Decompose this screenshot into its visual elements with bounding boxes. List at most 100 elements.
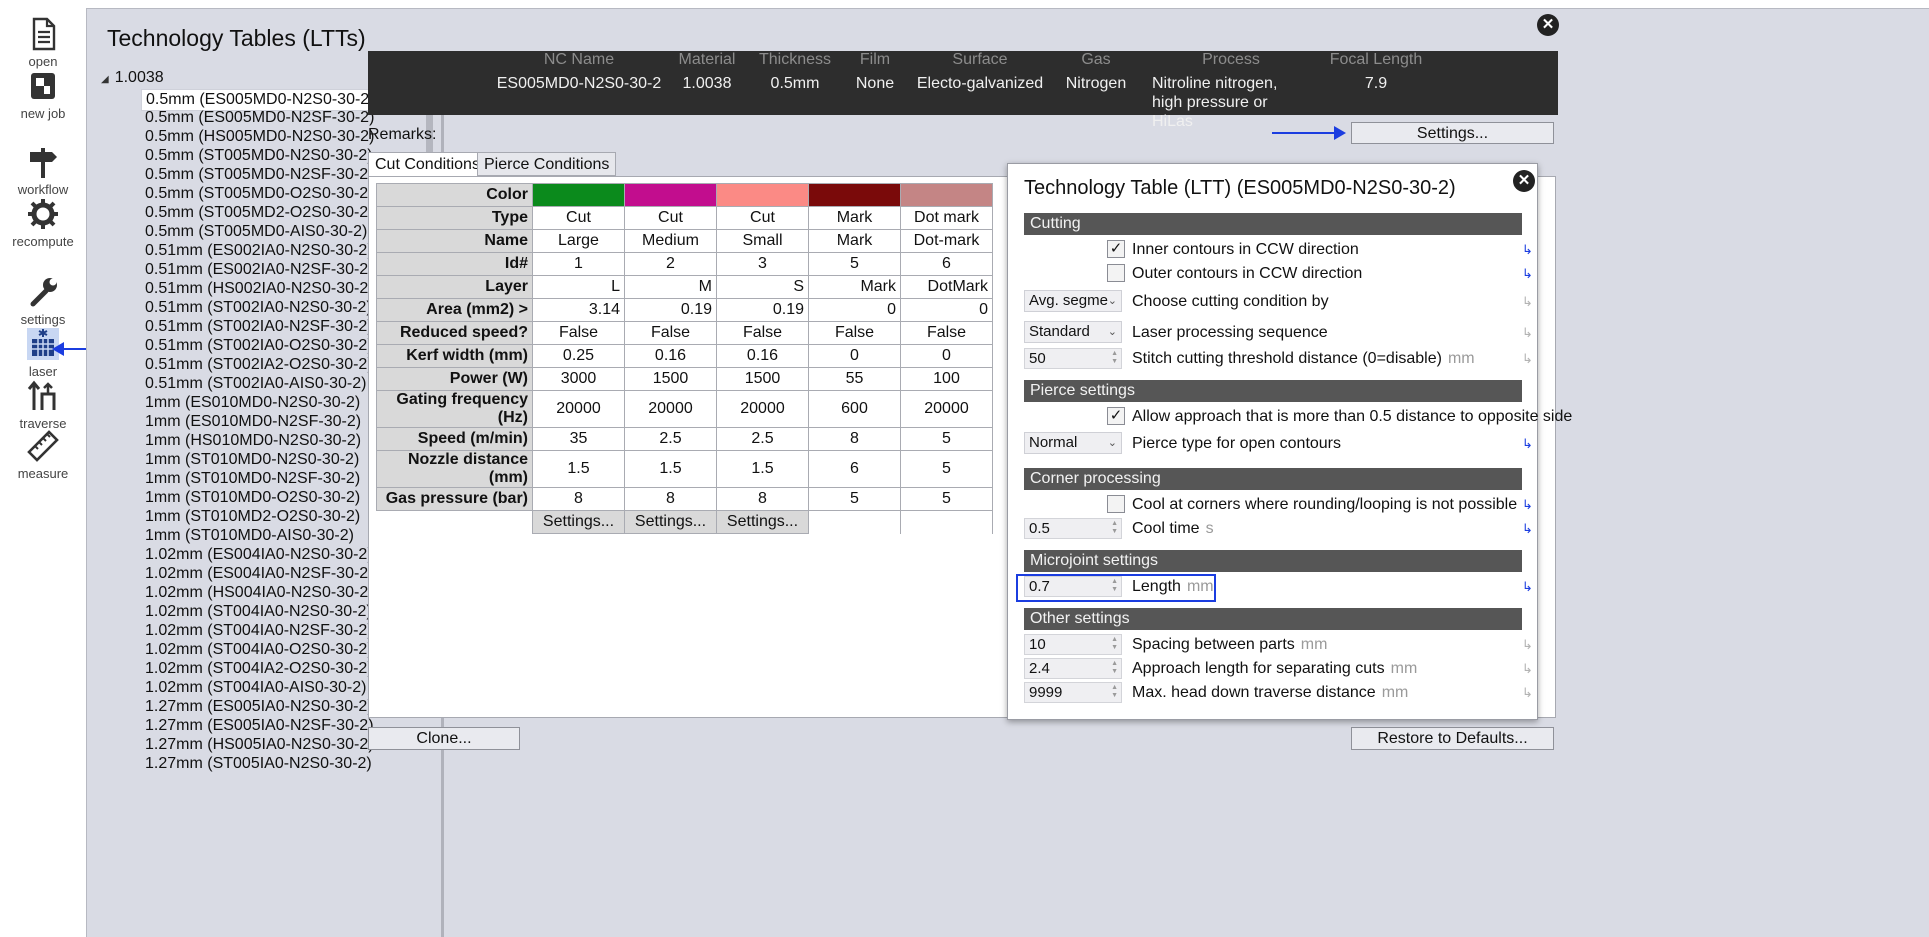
tab-pierce-conditions[interactable]: Pierce Conditions xyxy=(477,152,617,176)
grid-cell[interactable]: 2.5 xyxy=(624,427,717,451)
link-icon[interactable]: ↳ xyxy=(1522,266,1533,282)
grid-cell[interactable]: 1500 xyxy=(716,367,809,391)
open-tool[interactable]: open xyxy=(0,16,86,69)
grid-cell[interactable]: 2 xyxy=(624,252,717,276)
spacing-input[interactable]: 10 ▲ ▼ xyxy=(1024,634,1122,655)
grid-cell[interactable]: Dot mark xyxy=(900,206,993,230)
grid-cell[interactable]: 1 xyxy=(532,252,625,276)
grid-cell[interactable]: 2.5 xyxy=(716,427,809,451)
tree-item[interactable]: 0.5mm (HS005MD0-N2S0-30-2) xyxy=(141,127,378,147)
grid-cell[interactable]: 6 xyxy=(900,252,993,276)
grid-cell[interactable]: L xyxy=(532,275,625,299)
tree-item[interactable]: 0.5mm (ES005MD0-N2SF-30-2) xyxy=(141,108,378,128)
grid-cell[interactable]: 8 xyxy=(624,487,717,511)
tree-item[interactable]: 0.5mm (ST005MD2-O2S0-30-2) xyxy=(141,203,378,223)
grid-cell[interactable]: 3000 xyxy=(532,367,625,391)
tree-item[interactable]: 1mm (ST010MD0-O2S0-30-2) xyxy=(141,488,364,508)
grid-cell[interactable]: 20000 xyxy=(532,390,625,428)
grid-cell[interactable]: 5 xyxy=(900,450,993,488)
grid-cell[interactable]: False xyxy=(716,321,809,345)
tree-item[interactable]: 1mm (ES010MD0-N2S0-30-2) xyxy=(141,393,364,413)
tree-item[interactable]: 1.02mm (ST004IA0-AIS0-30-2) xyxy=(141,678,370,698)
tab-cut-conditions[interactable]: Cut Conditions xyxy=(368,152,487,178)
grid-cell[interactable]: DotMark xyxy=(900,275,993,299)
grid-cell[interactable]: 0 xyxy=(900,298,993,322)
stitch-threshold-input[interactable]: 50 ▲ ▼ xyxy=(1024,348,1122,369)
tree-item[interactable]: 1mm (HS010MD0-N2S0-30-2) xyxy=(141,431,365,451)
tree-item[interactable]: 0.51mm (ST002IA0-N2S0-30-2) xyxy=(141,298,376,318)
tree-item[interactable]: 0.5mm (ST005MD0-O2S0-30-2) xyxy=(141,184,378,204)
recompute-tool[interactable]: recompute xyxy=(0,196,86,249)
ltt-settings-button[interactable]: Settings... xyxy=(1351,122,1554,144)
grid-cell[interactable]: 0.19 xyxy=(716,298,809,322)
approach-length-input[interactable]: 2.4 ▲ ▼ xyxy=(1024,658,1122,679)
tree-item[interactable]: 0.51mm (ST002IA0-N2SF-30-2) xyxy=(141,317,377,337)
grid-cell[interactable]: 1.5 xyxy=(624,450,717,488)
link-icon[interactable]: ↳ xyxy=(1522,661,1533,677)
grid-cell[interactable]: 0.25 xyxy=(532,344,625,368)
grid-cell[interactable]: Medium xyxy=(624,229,717,253)
link-icon[interactable]: ↳ xyxy=(1522,521,1533,537)
tree-item[interactable]: 1.02mm (ST004IA2-O2S0-30-2) xyxy=(141,659,377,679)
tree-item[interactable]: 0.5mm (ST005MD0-N2S0-30-2) xyxy=(141,146,377,166)
link-icon[interactable]: ↳ xyxy=(1522,242,1533,258)
outer-ccw-checkbox[interactable] xyxy=(1107,264,1125,282)
window-close-button[interactable]: ✕ xyxy=(1537,14,1559,36)
grid-cell[interactable]: 600 xyxy=(808,390,901,428)
grid-cell[interactable]: Mark xyxy=(808,206,901,230)
tree-item[interactable]: 1.02mm (ES004IA0-N2S0-30-2) xyxy=(141,545,377,565)
grid-cell[interactable]: 5 xyxy=(808,252,901,276)
grid-cell[interactable]: Dot-mark xyxy=(900,229,993,253)
restore-defaults-button[interactable]: Restore to Defaults... xyxy=(1351,727,1554,750)
grid-cell[interactable]: 1.5 xyxy=(532,450,625,488)
grid-cell[interactable]: False xyxy=(900,321,993,345)
tree-item[interactable]: 1mm (ST010MD0-N2S0-30-2) xyxy=(141,450,363,470)
grid-cell[interactable]: 5 xyxy=(900,487,993,511)
grid-cell[interactable]: Cut xyxy=(624,206,717,230)
laser-tool[interactable]: laser xyxy=(0,326,86,379)
tree-item[interactable]: 1.02mm (ST004IA0-N2SF-30-2) xyxy=(141,621,377,641)
grid-cell[interactable]: 0 xyxy=(808,298,901,322)
tree-item[interactable]: 0.51mm (HS002IA0-N2S0-30-2) xyxy=(141,279,378,299)
grid-cell[interactable]: 5 xyxy=(808,487,901,511)
grid-cell[interactable]: Cut xyxy=(716,206,809,230)
dialog-close-button[interactable]: ✕ xyxy=(1513,170,1535,192)
grid-cell[interactable]: 1500 xyxy=(624,367,717,391)
cool-corners-checkbox[interactable] xyxy=(1107,495,1125,513)
collapse-triangle-icon[interactable]: ◢ xyxy=(101,74,109,85)
tree-item[interactable]: 1.02mm (ST004IA0-N2S0-30-2) xyxy=(141,602,376,622)
allow-approach-checkbox[interactable]: ✓ xyxy=(1107,407,1125,425)
color-swatch[interactable] xyxy=(716,183,809,207)
condition-settings-button[interactable]: Settings... xyxy=(624,510,717,534)
grid-cell[interactable]: False xyxy=(532,321,625,345)
grid-cell[interactable]: Cut xyxy=(532,206,625,230)
tree-item[interactable]: 0.51mm (ST002IA0-AIS0-30-2) xyxy=(141,374,370,394)
grid-cell[interactable]: False xyxy=(808,321,901,345)
tree-item[interactable]: 0.5mm (ST005MD0-N2SF-30-2) xyxy=(141,165,378,185)
grid-cell[interactable]: Mark xyxy=(808,275,901,299)
tree-item[interactable]: 1.27mm (ST005IA0-N2S0-30-2) xyxy=(141,754,376,774)
tree-item[interactable]: 0.5mm (ST005MD0-AIS0-30-2) xyxy=(141,222,371,242)
inner-ccw-checkbox[interactable]: ✓ xyxy=(1107,240,1125,258)
color-swatch[interactable] xyxy=(900,183,993,207)
grid-cell[interactable]: Small xyxy=(716,229,809,253)
grid-cell[interactable]: 35 xyxy=(532,427,625,451)
tree-item[interactable]: 0.51mm (ES002IA0-N2S0-30-2) xyxy=(141,241,377,261)
link-icon[interactable]: ↳ xyxy=(1522,637,1533,653)
grid-cell[interactable]: Large xyxy=(532,229,625,253)
tree-item[interactable]: 1.27mm (ES005IA0-N2SF-30-2) xyxy=(141,716,378,736)
grid-cell[interactable]: M xyxy=(624,275,717,299)
link-icon[interactable]: ↳ xyxy=(1522,325,1533,341)
spinner-icon[interactable]: ▲ ▼ xyxy=(1111,684,1118,700)
spinner-icon[interactable]: ▲ ▼ xyxy=(1111,636,1118,652)
grid-cell[interactable]: 20000 xyxy=(900,390,993,428)
condition-settings-button[interactable]: Settings... xyxy=(716,510,809,534)
grid-cell[interactable]: 3 xyxy=(716,252,809,276)
grid-cell[interactable]: 8 xyxy=(716,487,809,511)
processing-sequence-select[interactable]: Standard ⌄ xyxy=(1024,321,1122,343)
tree-item[interactable]: 1mm (ST010MD0-AIS0-30-2) xyxy=(141,526,358,546)
spinner-icon[interactable]: ▲ ▼ xyxy=(1111,350,1118,366)
grid-cell[interactable]: Mark xyxy=(808,229,901,253)
tree-item[interactable]: 1.27mm (HS005IA0-N2S0-30-2) xyxy=(141,735,378,755)
grid-cell[interactable]: 0.16 xyxy=(624,344,717,368)
